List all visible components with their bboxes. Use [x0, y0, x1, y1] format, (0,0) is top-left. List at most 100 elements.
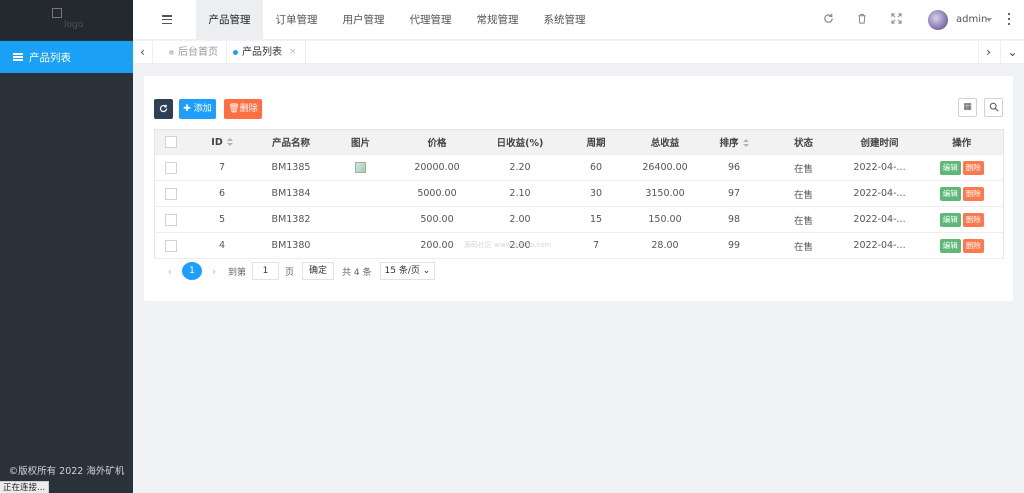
cell-created: 2022-04-...: [838, 232, 921, 259]
row-select[interactable]: [154, 232, 188, 259]
table-row: 5 BM1382 500.00 2.00 15 150.00 98 在售 202…: [154, 206, 1004, 233]
trash-icon[interactable]: [856, 13, 868, 26]
cell-total: 150.00: [630, 206, 700, 233]
cell-total: 28.00: [630, 232, 700, 259]
row-select[interactable]: [154, 206, 188, 233]
top-header: 产品管理 订单管理 用户管理 代理管理 常规管理 系统管理 admin: [133, 0, 1024, 40]
refresh-icon[interactable]: [822, 13, 834, 26]
delete-button[interactable]: 🗑删除: [224, 99, 262, 119]
select-all-checkbox[interactable]: [165, 136, 178, 148]
search-icon[interactable]: [984, 98, 1003, 117]
username[interactable]: admin: [956, 14, 987, 25]
cell-sort: 99: [699, 232, 769, 259]
header-image: 图片: [325, 129, 396, 155]
header-id[interactable]: ID: [187, 129, 257, 155]
header-daily-yield: 日收益(%): [478, 129, 562, 155]
row-delete-button[interactable]: 删除: [962, 186, 984, 201]
page-tab-product-list[interactable]: 产品列表 ×: [225, 41, 306, 64]
row-select[interactable]: [154, 180, 188, 207]
cell-daily: 2.20: [478, 154, 562, 181]
sort-icon[interactable]: [226, 137, 233, 147]
cell-status: 在售: [768, 232, 839, 259]
chevron-left-icon[interactable]: ‹: [162, 265, 178, 278]
row-delete-button[interactable]: 删除: [962, 160, 984, 175]
page-tab-home[interactable]: 后台首页: [161, 41, 227, 64]
table-row: 6 BM1384 5000.00 2.10 30 3150.00 97 在售 2…: [154, 180, 1004, 207]
cell-sort: 98: [699, 206, 769, 233]
tab-scroll-right-icon[interactable]: ›: [978, 41, 998, 64]
logo-area: logo: [0, 0, 133, 40]
product-list-card: ✚ 添加 🗑删除 ▦ ID 产品名称 图片 价格 日收益(%) 周期 总收益 排…: [144, 76, 1013, 301]
row-checkbox[interactable]: [165, 161, 178, 174]
tab-menu-chevron-down-icon[interactable]: ⌄: [1000, 41, 1024, 64]
column-filter-icon[interactable]: ▦: [958, 98, 977, 117]
row-checkbox[interactable]: [165, 187, 178, 200]
row-checkbox[interactable]: [165, 213, 178, 226]
goto-confirm-button[interactable]: 确定: [302, 262, 335, 280]
watermark-text: 源码社区 www.ecbba.com: [464, 241, 552, 249]
row-delete-button[interactable]: 删除: [962, 238, 984, 253]
page-tab-label: 产品列表: [242, 47, 282, 58]
edit-button[interactable]: 编辑: [939, 212, 961, 227]
row-select[interactable]: [154, 154, 188, 181]
product-image-icon[interactable]: [355, 162, 366, 173]
table-refresh-button[interactable]: [154, 99, 173, 119]
more-vertical-icon[interactable]: [1008, 13, 1011, 25]
row-checkbox[interactable]: [165, 239, 178, 252]
tab-dot-icon: [169, 50, 174, 55]
tab-agent-management[interactable]: 代理管理: [397, 0, 464, 40]
page-size-select[interactable]: 15 条/页 ⌄: [379, 262, 436, 280]
product-table: ID 产品名称 图片 价格 日收益(%) 周期 总收益 排序 状态 创建时间 操…: [154, 129, 1004, 259]
cell-id: 5: [187, 206, 257, 233]
tab-general-management[interactable]: 常规管理: [464, 0, 531, 40]
header-created: 创建时间: [838, 129, 921, 155]
browser-status-tip: 正在连接...: [0, 481, 50, 493]
chevron-down-icon: ⌄: [422, 266, 431, 276]
tab-product-management[interactable]: 产品管理: [196, 0, 263, 40]
goto-page-input[interactable]: 1: [252, 262, 280, 280]
tab-scroll-left-icon[interactable]: ‹: [133, 41, 153, 64]
chevron-down-icon[interactable]: [986, 18, 992, 22]
edit-button[interactable]: 编辑: [939, 186, 961, 201]
cell-period: 7: [561, 232, 631, 259]
close-icon[interactable]: ×: [289, 41, 297, 64]
header-total-yield: 总收益: [630, 129, 700, 155]
table-row: 7 BM1385 20000.00 2.20 60 26400.00 96 在售…: [154, 154, 1004, 181]
cell-total: 3150.00: [630, 180, 700, 207]
cell-price: 20000.00: [395, 154, 479, 181]
cell-sort: 97: [699, 180, 769, 207]
header-select-all[interactable]: [154, 129, 188, 155]
cell-daily: 2.00: [478, 206, 562, 233]
chevron-right-icon[interactable]: ›: [206, 265, 222, 278]
sort-icon[interactable]: [742, 139, 749, 148]
logo-image[interactable]: logo: [52, 8, 84, 32]
page-unit-label: 页: [285, 267, 295, 278]
add-button[interactable]: ✚ 添加: [179, 99, 216, 119]
header-sort[interactable]: 排序: [699, 129, 769, 155]
cell-name: BM1385: [256, 154, 326, 181]
tab-system-management[interactable]: 系统管理: [531, 0, 598, 40]
delete-button-label: 删除: [239, 104, 258, 114]
logo-alt-text: logo: [64, 20, 84, 30]
edit-button[interactable]: 编辑: [939, 238, 961, 253]
page-current[interactable]: 1: [182, 262, 202, 280]
cell-image: [325, 154, 396, 181]
avatar[interactable]: [928, 10, 948, 30]
cell-status: 在售: [768, 206, 839, 233]
cell-price: 5000.00: [395, 180, 479, 207]
menu-fold-icon[interactable]: [162, 15, 172, 24]
cell-id: 7: [187, 154, 257, 181]
tab-order-management[interactable]: 订单管理: [263, 0, 330, 40]
page-tab-bar: ‹ 后台首页 产品列表 × › ⌄: [133, 41, 1024, 64]
fullscreen-icon[interactable]: [890, 13, 902, 26]
edit-button[interactable]: 编辑: [939, 160, 961, 175]
sidebar-item-product-list[interactable]: 产品列表: [0, 41, 133, 73]
cell-image: [325, 206, 396, 233]
row-delete-button[interactable]: 删除: [962, 212, 984, 227]
header-period: 周期: [561, 129, 631, 155]
table-row: 4 BM1380 200.00 2.00 7 28.00 99 在售 2022-…: [154, 232, 1004, 259]
cell-created: 2022-04-...: [838, 206, 921, 233]
pagination: ‹ 1 › 到第 1 页 确定 共 4 条 15 条/页 ⌄: [162, 262, 436, 280]
tab-user-management[interactable]: 用户管理: [330, 0, 397, 40]
cell-id: 6: [187, 180, 257, 207]
